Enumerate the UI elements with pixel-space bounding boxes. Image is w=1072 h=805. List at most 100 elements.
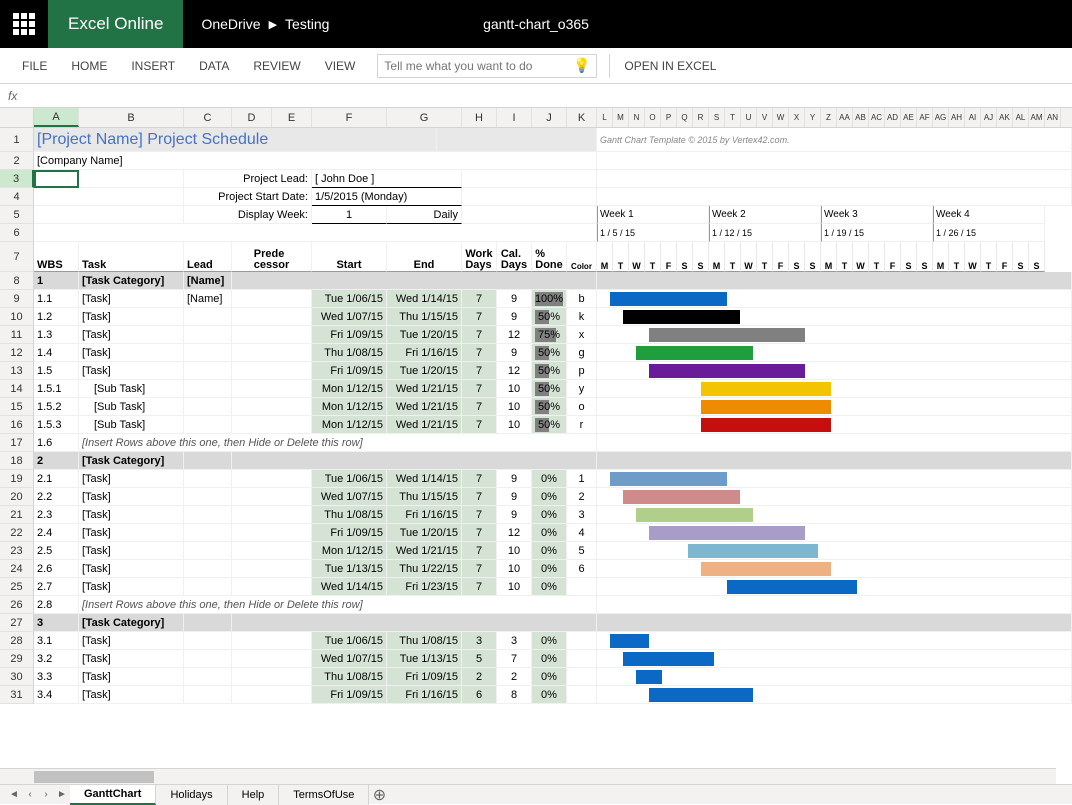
start-cell[interactable]: Mon 1/12/15 <box>312 398 387 416</box>
col-header-N[interactable]: N <box>629 108 645 127</box>
col-header-F[interactable]: F <box>312 108 387 127</box>
col-header-AI[interactable]: AI <box>965 108 981 127</box>
end-cell[interactable]: Fri 1/09/15 <box>387 668 462 686</box>
gantt-cell[interactable] <box>597 596 1072 614</box>
col-header-AC[interactable]: AC <box>869 108 885 127</box>
end-cell[interactable]: Fri 1/16/15 <box>387 686 462 704</box>
cd-cell[interactable]: 9 <box>497 488 532 506</box>
gantt-cell[interactable] <box>597 452 1072 470</box>
wbs-cell[interactable]: 2.7 <box>34 578 79 596</box>
start-cell[interactable]: Thu 1/08/15 <box>312 668 387 686</box>
col-header-AE[interactable]: AE <box>901 108 917 127</box>
week-label-0[interactable]: Week 1 <box>597 206 709 224</box>
task-cell[interactable]: [Task] <box>79 686 184 704</box>
app-launcher-button[interactable] <box>0 0 48 48</box>
end-cell[interactable]: Fri 1/16/15 <box>387 344 462 362</box>
end-cell[interactable]: Tue 1/20/15 <box>387 524 462 542</box>
day-hdr[interactable]: S <box>693 242 709 272</box>
done-cell[interactable]: 0% <box>532 542 567 560</box>
wd-cell[interactable]: 7 <box>462 416 497 434</box>
sheet-tab-termsofuse[interactable]: TermsOfUse <box>279 785 369 805</box>
pred-cell[interactable] <box>232 506 312 524</box>
lead-cell[interactable] <box>184 614 232 632</box>
row-header-27[interactable]: 27 <box>0 614 34 632</box>
cd-cell[interactable]: 2 <box>497 668 532 686</box>
pred-cell[interactable] <box>232 668 312 686</box>
col-header-P[interactable]: P <box>661 108 677 127</box>
row-header-25[interactable]: 25 <box>0 578 34 596</box>
wd-cell[interactable]: 7 <box>462 398 497 416</box>
sheet-tab-ganttchart[interactable]: GanttChart <box>70 785 156 805</box>
pred-cell[interactable] <box>232 398 312 416</box>
cell[interactable] <box>232 272 597 290</box>
gantt-cell[interactable] <box>597 578 1072 596</box>
col-header-V[interactable]: V <box>757 108 773 127</box>
done-cell[interactable]: 50% <box>532 416 567 434</box>
cd-cell[interactable]: 9 <box>497 470 532 488</box>
col-header-D[interactable]: D <box>232 108 272 127</box>
done-cell[interactable]: 0% <box>532 668 567 686</box>
lead-cell[interactable] <box>184 560 232 578</box>
color-cell[interactable] <box>567 668 597 686</box>
gantt-cell[interactable] <box>597 344 1072 362</box>
day-hdr[interactable]: W <box>629 242 645 272</box>
wbs-cell[interactable]: 1.6 <box>34 434 79 452</box>
task-cell[interactable]: [Task Category] <box>79 272 184 290</box>
row-header-10[interactable]: 10 <box>0 308 34 326</box>
col-header-H[interactable]: H <box>462 108 497 127</box>
hdr-cd[interactable]: Cal.Days <box>497 242 532 272</box>
pred-cell[interactable] <box>232 290 312 308</box>
cd-cell[interactable]: 10 <box>497 380 532 398</box>
cell[interactable] <box>437 128 597 152</box>
col-header-X[interactable]: X <box>789 108 805 127</box>
day-hdr[interactable]: M <box>597 242 613 272</box>
wd-cell[interactable]: 6 <box>462 686 497 704</box>
end-cell[interactable]: Tue 1/20/15 <box>387 326 462 344</box>
cd-cell[interactable]: 12 <box>497 524 532 542</box>
row-header-16[interactable]: 16 <box>0 416 34 434</box>
gantt-cell[interactable] <box>597 362 1072 380</box>
pred-cell[interactable] <box>232 524 312 542</box>
end-cell[interactable]: Wed 1/21/15 <box>387 416 462 434</box>
pred-cell[interactable] <box>232 632 312 650</box>
wd-cell[interactable]: 3 <box>462 632 497 650</box>
done-cell[interactable]: 50% <box>532 344 567 362</box>
row-header-18[interactable]: 18 <box>0 452 34 470</box>
hdr-end[interactable]: End <box>387 242 462 272</box>
hdr-wbs[interactable]: WBS <box>34 242 79 272</box>
gantt-cell[interactable] <box>597 524 1072 542</box>
ribbon-tab-review[interactable]: REVIEW <box>241 48 312 84</box>
start-cell[interactable]: Wed 1/07/15 <box>312 488 387 506</box>
lead-cell[interactable] <box>184 524 232 542</box>
col-header-AH[interactable]: AH <box>949 108 965 127</box>
done-cell[interactable]: 50% <box>532 380 567 398</box>
task-cell[interactable]: [Task] <box>79 668 184 686</box>
start-cell[interactable]: Mon 1/12/15 <box>312 380 387 398</box>
color-cell[interactable]: g <box>567 344 597 362</box>
row-header-9[interactable]: 9 <box>0 290 34 308</box>
end-cell[interactable]: Wed 1/21/15 <box>387 542 462 560</box>
col-header-L[interactable]: L <box>597 108 613 127</box>
color-cell[interactable]: y <box>567 380 597 398</box>
wd-cell[interactable]: 7 <box>462 542 497 560</box>
open-in-excel-button[interactable]: OPEN IN EXCEL <box>609 54 730 78</box>
cd-cell[interactable]: 10 <box>497 542 532 560</box>
color-cell[interactable]: p <box>567 362 597 380</box>
wd-cell[interactable]: 7 <box>462 470 497 488</box>
week-date-0[interactable]: 1 / 5 / 15 <box>597 224 709 242</box>
col-header-U[interactable]: U <box>741 108 757 127</box>
week-date-1[interactable]: 1 / 12 / 15 <box>709 224 821 242</box>
task-cell[interactable]: [Sub Task] <box>79 380 184 398</box>
col-header-I[interactable]: I <box>497 108 532 127</box>
task-cell[interactable]: [Sub Task] <box>79 398 184 416</box>
cell[interactable] <box>232 452 597 470</box>
formula-bar[interactable]: fx <box>0 84 1072 108</box>
day-hdr[interactable]: M <box>709 242 725 272</box>
row-header-22[interactable]: 22 <box>0 524 34 542</box>
lead-cell[interactable]: [Name] <box>184 272 232 290</box>
wbs-cell[interactable]: 2.6 <box>34 560 79 578</box>
credit-cell[interactable]: Gantt Chart Template © 2015 by Vertex42.… <box>597 128 1072 152</box>
horizontal-scrollbar[interactable] <box>0 768 1056 784</box>
cell[interactable] <box>34 188 184 206</box>
done-cell[interactable]: 0% <box>532 470 567 488</box>
